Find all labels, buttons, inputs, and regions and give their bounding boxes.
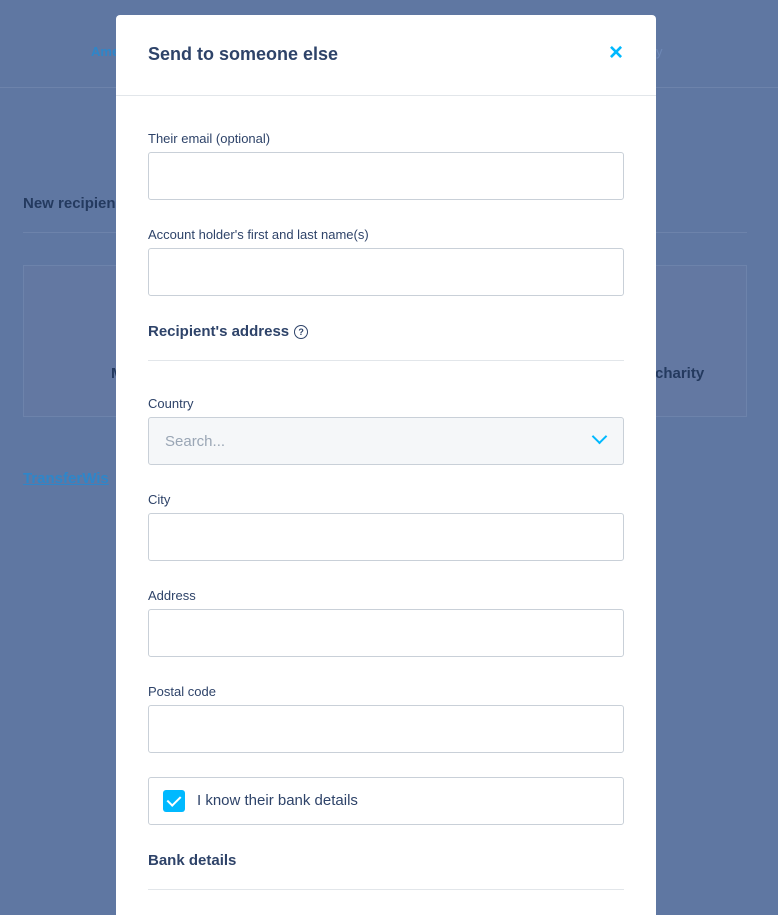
chevron-down-icon bbox=[591, 428, 608, 445]
info-icon[interactable]: ? bbox=[294, 325, 309, 339]
send-to-someone-modal: Send to someone else × Their email (opti… bbox=[116, 15, 656, 915]
recipient-address-title: Recipient's address bbox=[148, 323, 290, 340]
country-select[interactable]: Search... bbox=[148, 417, 624, 465]
postal-code-field[interactable] bbox=[148, 705, 624, 753]
modal-header: Send to someone else × bbox=[116, 15, 656, 96]
background-nav-link: Ame bbox=[91, 44, 120, 59]
bank-details-heading: Bank details bbox=[148, 852, 237, 869]
section-divider bbox=[148, 360, 624, 361]
country-label: Country bbox=[148, 396, 194, 411]
email-label: Their email (optional) bbox=[148, 131, 271, 146]
background-card-right-label: charity bbox=[655, 365, 705, 382]
background-new-recipient-heading: New recipien bbox=[23, 195, 116, 212]
account-holder-name-field[interactable] bbox=[148, 248, 624, 296]
address-label: Address bbox=[148, 588, 196, 603]
address-field[interactable] bbox=[148, 609, 624, 657]
city-field[interactable] bbox=[148, 513, 624, 561]
recipient-address-heading: Recipient's address? bbox=[148, 323, 309, 340]
bank-details-checkbox[interactable] bbox=[163, 790, 185, 812]
city-label: City bbox=[148, 492, 171, 507]
name-label: Account holder's first and last name(s) bbox=[148, 227, 369, 242]
section-divider bbox=[148, 889, 624, 890]
background-link: TransferWis bbox=[23, 470, 109, 487]
close-icon[interactable]: × bbox=[606, 41, 626, 65]
country-select-placeholder: Search... bbox=[165, 433, 226, 450]
postal-code-label: Postal code bbox=[148, 684, 216, 699]
bank-details-checkbox-label: I know their bank details bbox=[197, 792, 358, 809]
email-field[interactable] bbox=[148, 152, 624, 200]
bank-details-checkbox-row[interactable]: I know their bank details bbox=[148, 777, 624, 825]
background-nav-item: y bbox=[656, 44, 663, 59]
modal-title: Send to someone else bbox=[148, 44, 339, 64]
